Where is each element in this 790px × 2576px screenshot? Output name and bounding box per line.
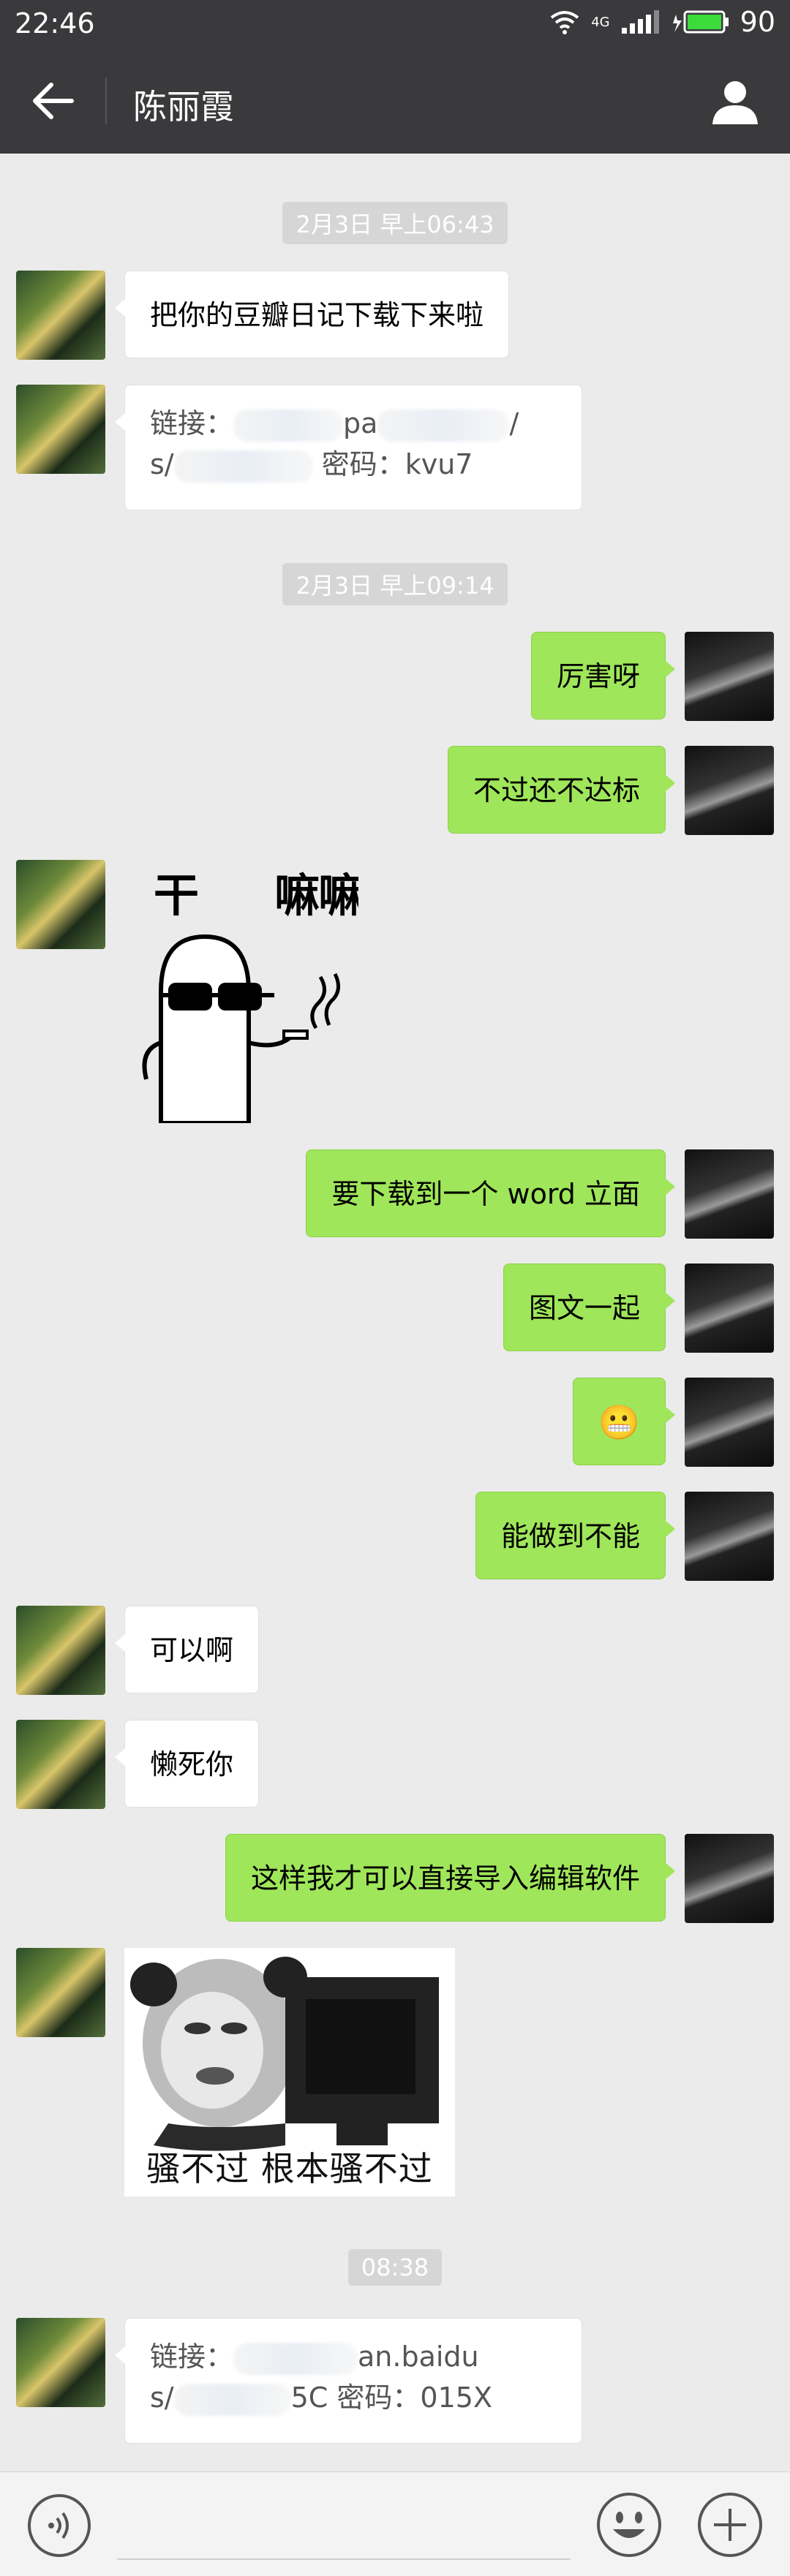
contact-avatar[interactable] [16, 1720, 105, 1809]
timestamp: 08:38 [0, 2249, 790, 2286]
link-message-bubble[interactable]: 链接： an.baidu s/5C 密码：015X [115, 2318, 582, 2444]
status-bar: 22:46 4G 90 [0, 0, 790, 48]
emoji-icon[interactable] [595, 2491, 663, 2558]
contact-avatar[interactable] [16, 1606, 105, 1695]
status-time: 22:46 [15, 7, 95, 39]
redacted-text [233, 2342, 358, 2375]
chat-area[interactable]: 2月3日 早上06:43 把你的豆瓣日记下载下来啦 链接： pa / s/ 密码：k… [0, 154, 790, 2471]
back-arrow-icon[interactable] [31, 80, 75, 121]
sticker-message[interactable]: 干 嘛 嘛 [124, 860, 364, 1125]
message-input[interactable] [117, 2558, 571, 2560]
my-avatar[interactable] [685, 1378, 774, 1467]
message-bubble[interactable]: 图文一起 [503, 1264, 676, 1351]
wifi-icon [551, 11, 579, 34]
sticker-text: 嘛 [274, 869, 320, 922]
message-bubble[interactable]: 把你的豆瓣日记下载下来啦 [114, 271, 510, 358]
message-bubble[interactable]: 懒死你 [114, 1720, 260, 1808]
redacted-text [377, 409, 510, 442]
signal-icon [621, 10, 659, 34]
my-avatar[interactable] [685, 746, 774, 835]
timestamp: 2月3日 早上06:43 [0, 202, 790, 244]
grimace-emoji: 😬 [598, 1402, 640, 1442]
contact-avatar[interactable] [16, 385, 105, 474]
redacted-text [173, 450, 313, 483]
contact-avatar[interactable] [16, 1948, 105, 2037]
message-bubble[interactable]: 不过还不达标 [447, 746, 676, 834]
message-bubble[interactable]: 这样我才可以直接导入编辑软件 [225, 1834, 676, 1922]
my-avatar[interactable] [685, 1264, 774, 1353]
emoji-message-bubble[interactable]: 😬 [572, 1378, 676, 1465]
contact-avatar[interactable] [16, 2318, 105, 2407]
chat-header: 陈丽霞 [0, 48, 790, 154]
message-bubble[interactable]: 厉害呀 [530, 632, 676, 719]
battery-level: 90 [740, 6, 775, 38]
contact-avatar[interactable] [16, 860, 105, 949]
link-message-bubble[interactable]: 链接： pa / s/ 密码：kvu7 [115, 385, 582, 510]
profile-icon[interactable] [710, 76, 761, 127]
redacted-text [173, 2383, 291, 2416]
redacted-text [233, 409, 344, 442]
plus-icon[interactable] [696, 2491, 764, 2558]
meme-image-message[interactable]: 骚不过 根本骚不过 [124, 1948, 455, 2197]
my-avatar[interactable] [685, 1834, 774, 1923]
my-avatar[interactable] [685, 632, 774, 721]
battery-icon [672, 10, 729, 34]
sticker-text: 干 [154, 869, 199, 922]
input-bar [0, 2471, 790, 2576]
message-bubble[interactable]: 能做到不能 [475, 1492, 676, 1579]
my-avatar[interactable] [685, 1149, 774, 1239]
timestamp: 2月3日 早上09:14 [0, 563, 790, 605]
voice-icon[interactable] [26, 2493, 92, 2558]
network-label: 4G [591, 14, 610, 30]
header-divider [105, 78, 107, 124]
message-bubble[interactable]: 要下载到一个 word 立面 [306, 1149, 675, 1237]
sticker-text: 嘛 [318, 869, 358, 922]
my-avatar[interactable] [685, 1492, 774, 1581]
message-bubble[interactable]: 可以啊 [114, 1606, 260, 1693]
meme-caption: 骚不过 根本骚不过 [146, 2149, 433, 2188]
sunglasses-sticker: 干 嘛 嘛 [124, 860, 364, 1125]
chat-title: 陈丽霞 [133, 87, 234, 126]
contact-avatar[interactable] [16, 271, 105, 360]
